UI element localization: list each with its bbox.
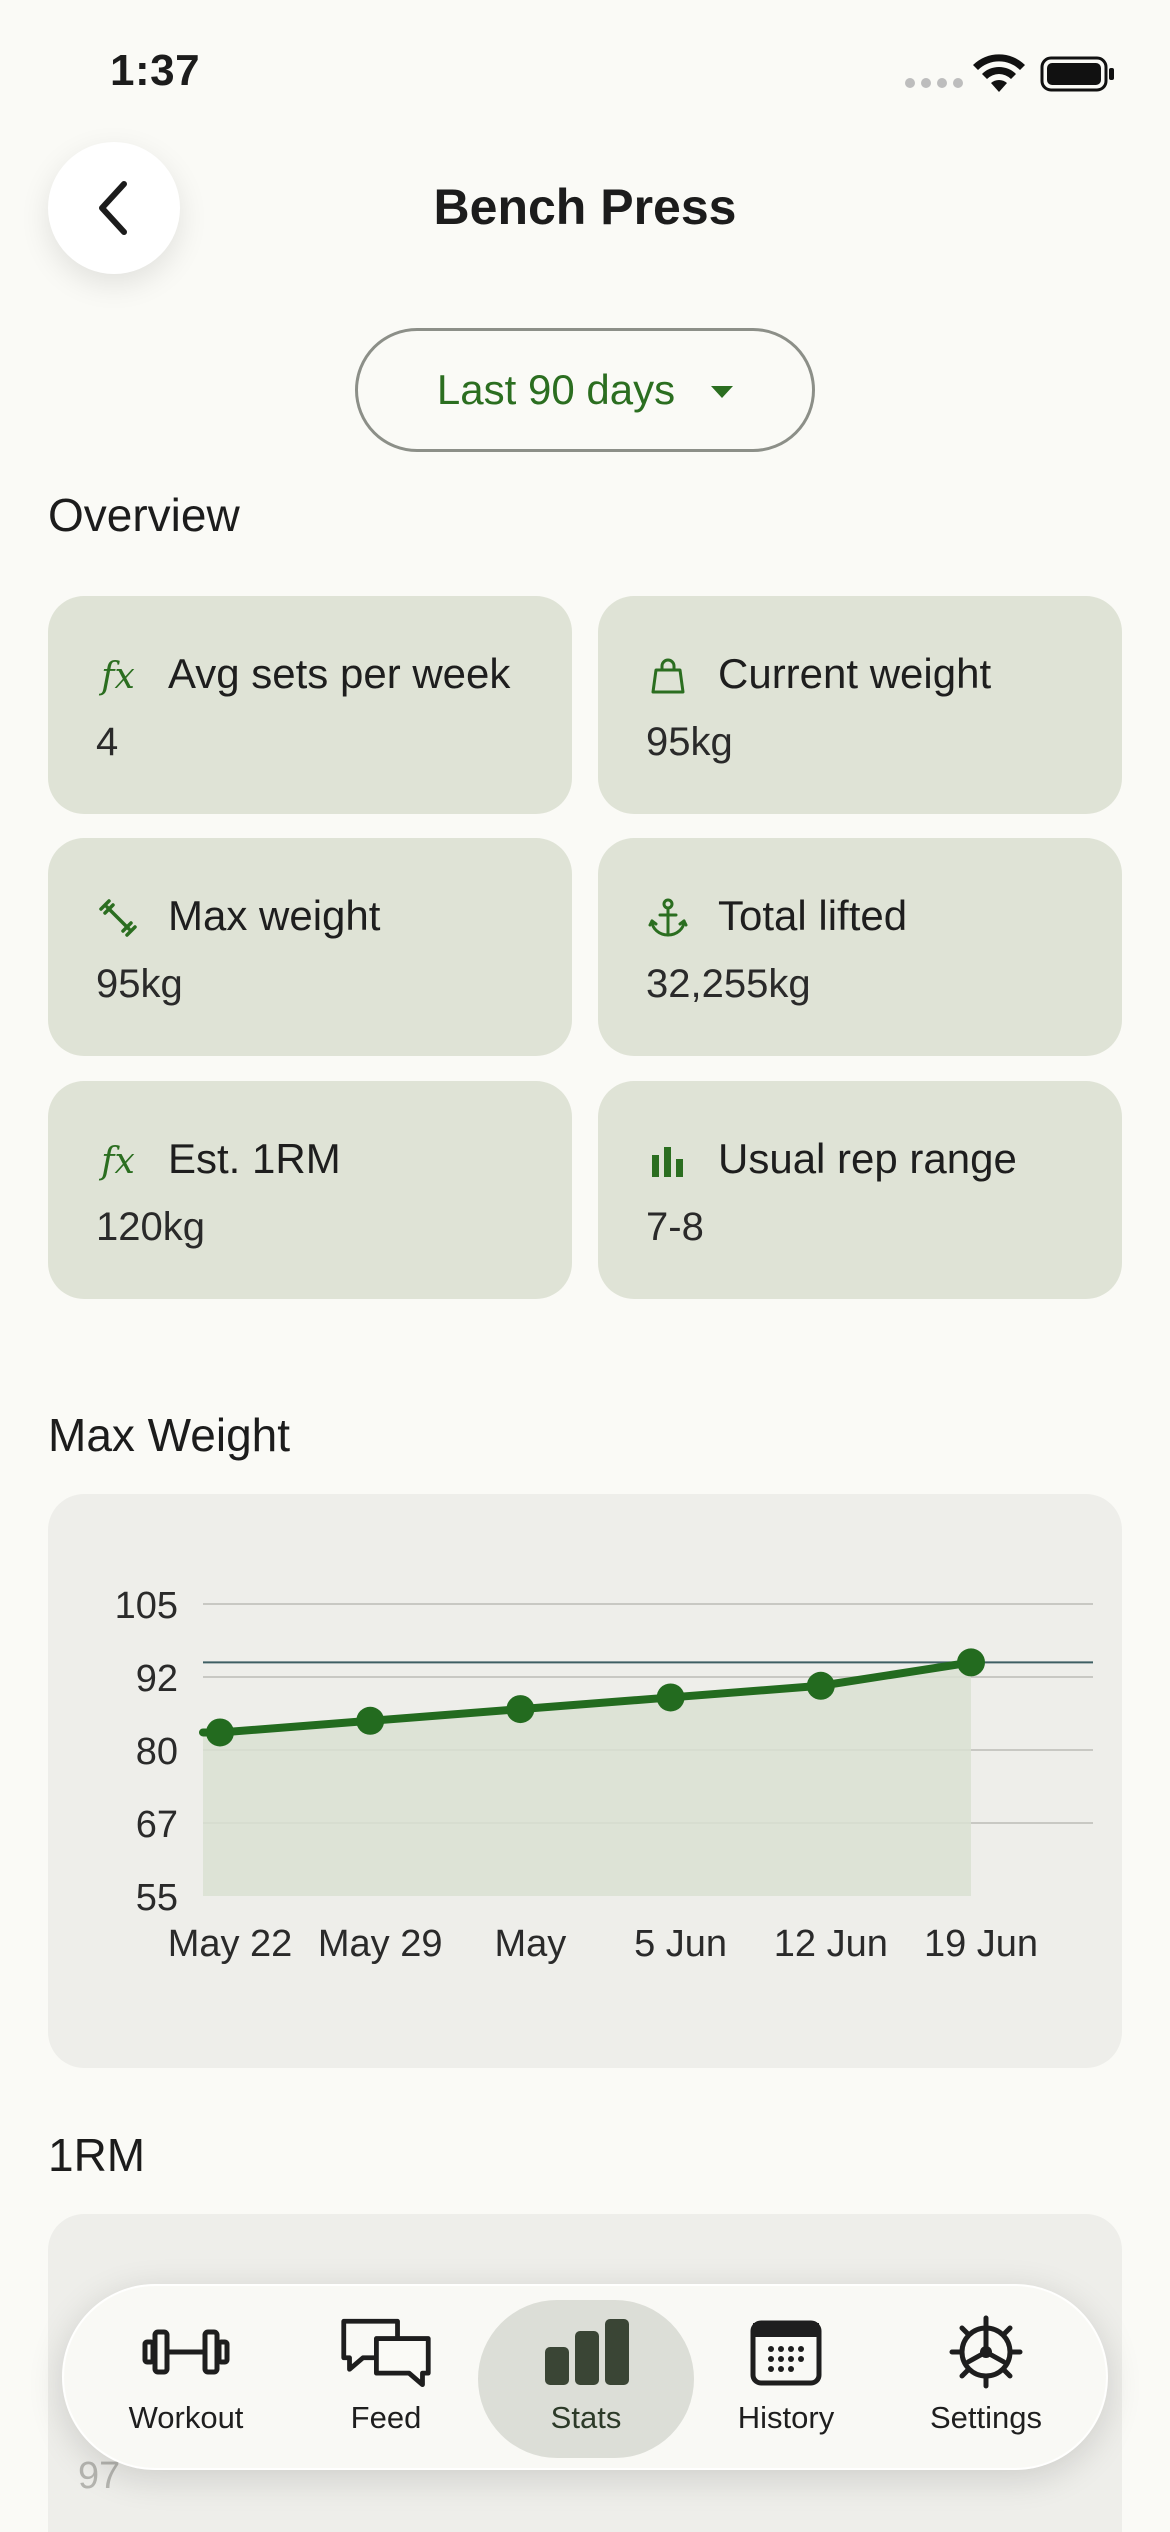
tab-workout[interactable]: Workout: [78, 2300, 294, 2458]
tab-settings[interactable]: Settings: [878, 2300, 1094, 2458]
anchor-icon: [646, 896, 690, 940]
stat-value: 120kg: [96, 1205, 205, 1249]
function-icon: fx: [101, 655, 135, 697]
calendar-icon: [738, 2314, 834, 2390]
tab-label: History: [737, 2400, 835, 2435]
date-range-label: Last 90 days: [436, 366, 676, 413]
tab-label: Stats: [550, 2400, 622, 2435]
exercise-stats-screen: 1:37 Bench Press Last 90 days Overview f…: [0, 0, 1170, 2532]
x-tick-label: 5 Jun: [634, 1923, 727, 1965]
date-range-dropdown[interactable]: Last 90 days: [355, 328, 815, 452]
max-weight-chart: 105 92 80 67 55 May 22 May 29 May 5 Jun 12 Jun 19 …: [48, 1494, 1122, 2068]
weight-bag-icon: [646, 654, 690, 698]
y-tick-label: 105: [115, 1585, 178, 1627]
data-point: [356, 1706, 385, 1735]
wifi-icon: [973, 54, 1025, 92]
data-point: [806, 1671, 835, 1700]
x-tick-label: 19 Jun: [924, 1923, 1038, 1965]
stat-label: Usual rep range: [718, 1135, 1017, 1182]
page-title: Bench Press: [433, 179, 737, 235]
tab-feed[interactable]: Feed: [278, 2300, 494, 2458]
max-weight-title: Max Weight: [48, 1409, 291, 1461]
stat-label: Current weight: [718, 650, 992, 697]
one-rm-y-tick: 97: [78, 2455, 121, 2497]
data-point: [957, 1648, 985, 1677]
x-tick-label: May: [495, 1923, 567, 1965]
tab-history[interactable]: History: [678, 2300, 894, 2458]
stats-bars-icon: [538, 2314, 634, 2390]
x-tick-label: May 29: [318, 1923, 443, 1965]
area-fill: [203, 1662, 971, 1896]
data-point: [506, 1695, 535, 1724]
stat-card-est-1rm: fx Est. 1RM 120kg: [48, 1081, 572, 1299]
stat-card-max-weight: Max weight 95kg: [48, 838, 572, 1056]
stat-label: Avg sets per week: [168, 650, 511, 697]
data-point: [206, 1718, 234, 1747]
status-time: 1:37: [110, 46, 201, 95]
bar-chart-icon: [646, 1139, 690, 1183]
stat-value: 95kg: [646, 720, 733, 764]
data-point: [656, 1683, 685, 1712]
stat-value: 95kg: [96, 962, 183, 1006]
stat-card-total-lifted: Total lifted 32,255kg: [598, 838, 1122, 1056]
function-icon: fx: [101, 1140, 135, 1182]
caret-down-icon: [711, 386, 734, 398]
stat-card-current-weight: Current weight 95kg: [598, 596, 1122, 814]
cellular-signal-icon: [905, 78, 963, 88]
stat-card-avg-sets: fx Avg sets per week 4: [48, 596, 572, 814]
battery-icon: [1040, 56, 1114, 92]
stat-value: 32,255kg: [646, 962, 811, 1006]
tab-bar: Workout Feed Stats History Settings: [62, 2284, 1108, 2470]
one-rm-title: 1RM: [48, 2129, 146, 2181]
max-weight-chart-svg: 105 92 80 67 55May 22 May 29 May 5 Jun 12 Jun 19 …: [115, 1585, 1093, 1965]
chat-bubbles-icon: [338, 2314, 434, 2390]
dumbbell-diagonal-icon: [96, 896, 140, 940]
stat-label: Max weight: [168, 892, 381, 939]
stat-card-rep-range: Usual rep range 7-8: [598, 1081, 1122, 1299]
dumbbell-icon: [138, 2314, 234, 2390]
overview-title: Overview: [48, 489, 240, 541]
stat-label: Total lifted: [718, 892, 908, 939]
stat-value: 4: [96, 720, 119, 764]
settings-gear-icon: [938, 2314, 1034, 2390]
x-tick-label: 12 Jun: [774, 1923, 888, 1965]
x-tick-label: May 22: [168, 1923, 293, 1965]
tab-stats[interactable]: Stats: [478, 2300, 694, 2458]
y-tick-label: 80: [136, 1731, 178, 1773]
status-bar: 1:37: [0, 0, 1170, 150]
tab-label: Workout: [128, 2400, 244, 2435]
tab-label: Settings: [929, 2400, 1042, 2435]
y-tick-label: 92: [136, 1658, 178, 1700]
y-tick-label: 67: [136, 1804, 178, 1846]
y-tick-label: 55: [136, 1877, 178, 1919]
stat-value: 7-8: [646, 1205, 704, 1249]
stat-label: Est. 1RM: [168, 1135, 341, 1182]
tab-label: Feed: [350, 2400, 422, 2435]
